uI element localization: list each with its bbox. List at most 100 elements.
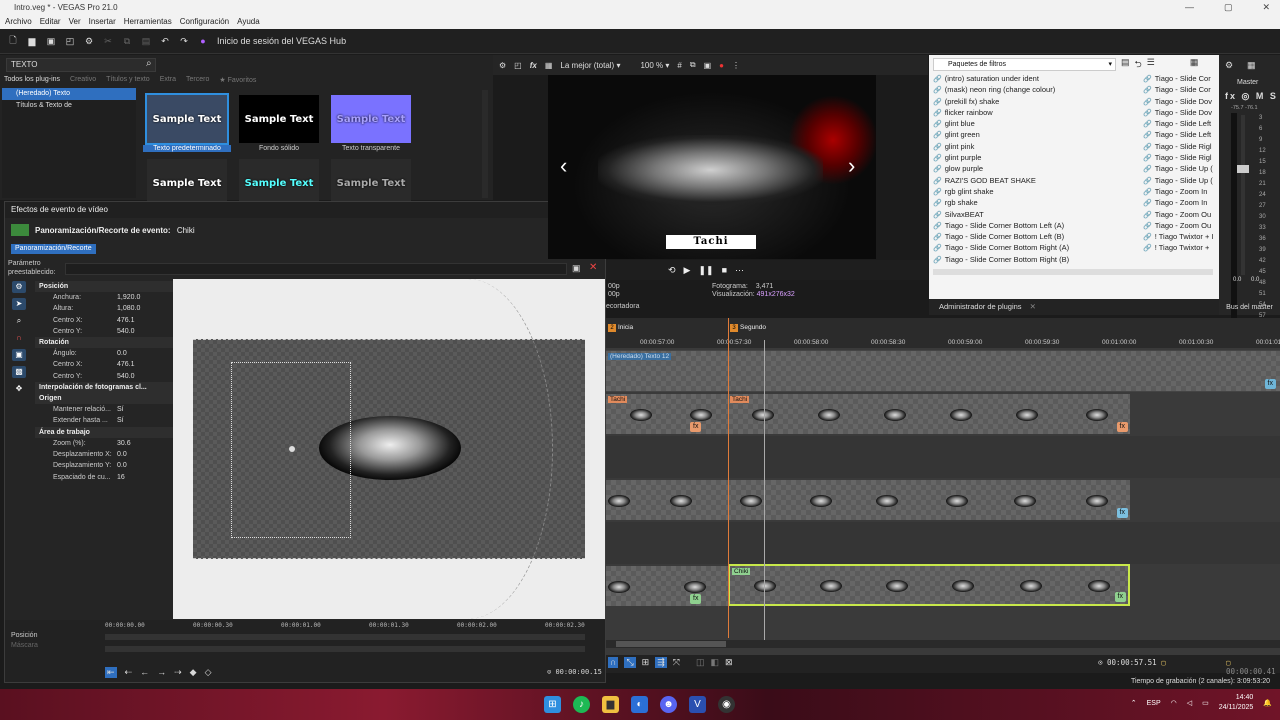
envelope-tool-icon[interactable]: ⤡ (624, 657, 636, 668)
cut-icon[interactable]: ✂ (103, 36, 113, 47)
event-fx-icon[interactable]: fx (690, 422, 702, 432)
new-file-icon[interactable]: 🗋 (8, 33, 18, 49)
list-icon[interactable]: ☰ (1147, 57, 1155, 73)
filter-item[interactable]: 🔗 (mask) neon ring (change colour) (933, 84, 1133, 95)
settings-icon[interactable]: ⚙ (84, 36, 94, 47)
volume-icon[interactable]: ◁ (1187, 699, 1192, 707)
gear-icon[interactable]: ⚙ (12, 281, 26, 293)
tab-favorites[interactable]: ★ Favoritos (219, 76, 256, 84)
close-icon[interactable]: ✕ (1262, 0, 1270, 15)
filter-item[interactable]: 🔗 Tiago - Zoom Ou (1143, 209, 1219, 220)
menu-ver[interactable]: Ver (69, 15, 81, 29)
move-icon[interactable]: ✥ (12, 383, 26, 395)
tab-all-plugins[interactable]: Todos los plug-ins (4, 76, 60, 84)
filter-item[interactable]: 🔗 Tiago - Slide Corner Bottom Left (B) (933, 231, 1133, 242)
filter-item[interactable]: 🔗 glow purple (933, 163, 1133, 174)
menu-herramientas[interactable]: Herramientas (124, 15, 172, 29)
menu-editar[interactable]: Editar (40, 15, 61, 29)
timeline-scrollbar[interactable] (606, 640, 1280, 648)
notification-icon[interactable]: 🔔 (1263, 699, 1272, 707)
event-fx-icon[interactable]: fx (1264, 379, 1276, 389)
property-row[interactable]: Extender hasta ... Sí (35, 415, 173, 426)
filter-item[interactable]: 🔗 glint purple (933, 152, 1133, 163)
menu-insertar[interactable]: Insertar (89, 15, 116, 29)
sync-cursor-icon[interactable]: ⇤ (105, 667, 117, 678)
event-fx-icon[interactable]: fx (1116, 422, 1128, 432)
save-preset-icon[interactable]: ▣ (572, 263, 581, 274)
next-kf-icon[interactable]: → (157, 667, 166, 678)
filter-item[interactable]: 🔗 Tiago - Slide Left (1143, 129, 1219, 140)
pause-icon[interactable]: ❚❚ (698, 265, 713, 276)
event-fx-icon[interactable]: fx (1116, 508, 1128, 518)
search-icon[interactable]: ⌕ (146, 58, 152, 69)
property-value[interactable]: 16 (117, 472, 125, 483)
gear-icon[interactable]: ⚙ (1225, 60, 1233, 71)
property-row[interactable]: Centro X: 476.1 (35, 359, 173, 370)
property-value[interactable]: Sí (117, 404, 124, 415)
preset-dropdown[interactable] (65, 263, 567, 275)
property-value[interactable]: 1,080.0 (117, 303, 140, 314)
grid-icon[interactable]: ▦ (545, 61, 553, 70)
filter-item[interactable]: 🔗 flicker rainbow (933, 107, 1133, 118)
first-kf-icon[interactable]: ⇠ (125, 667, 133, 678)
chevron-left-icon[interactable]: ‹ (560, 153, 567, 179)
preset-solid-bg[interactable]: Sample Text Fondo sólido (235, 92, 323, 152)
timeline-ruler[interactable]: 2 Inicia 3 Segundo 00:00:57:00 00:00:57:3… (606, 318, 1280, 348)
property-row[interactable]: Altura: 1,080.0 (35, 303, 173, 314)
property-value[interactable]: 0.0 (117, 449, 127, 460)
marker-segundo[interactable]: 3 Segundo (730, 324, 766, 332)
filter-item[interactable]: 🔗 Tiago - Slide Left (1143, 118, 1219, 129)
timeline[interactable]: 2 Inicia 3 Segundo 00:00:57:00 00:00:57:3… (606, 318, 1280, 663)
video-clip[interactable]: Tachi fx (728, 394, 1130, 434)
property-value[interactable]: 0.0 (117, 348, 127, 359)
property-row[interactable]: Ángulo: 0.0 (35, 348, 173, 359)
property-row[interactable]: Desplazamiento X: 0.0 (35, 449, 173, 460)
preset-default-text[interactable]: Sample Text Texto predeterminado (143, 92, 231, 152)
filter-item[interactable]: 🔗 Tiago - Slide Dov (1143, 107, 1219, 118)
file-explorer-icon[interactable]: ▆ (602, 696, 619, 713)
last-kf-icon[interactable]: ⇢ (174, 667, 182, 678)
paste-icon[interactable]: ▤ (141, 36, 151, 47)
property-value[interactable]: 476.1 (117, 359, 135, 370)
menu-configuracion[interactable]: Configuración (180, 15, 229, 29)
maximize-icon[interactable]: ▢ (1224, 0, 1233, 15)
text-clip[interactable]: (Heredado) Texto 12 fx (606, 351, 1280, 391)
plugin-search-input[interactable]: TEXTO (6, 58, 156, 72)
filter-item[interactable]: 🔗 Tiago - Slide Corner Bottom Right (A) (933, 242, 1133, 253)
preset-scrollbar[interactable] (482, 90, 488, 198)
edge-icon[interactable]: ◐ (631, 696, 648, 713)
selection-tool-icon[interactable]: ⊞ (642, 657, 650, 668)
filter-item[interactable]: 🔗 glint green (933, 129, 1133, 140)
overlay-icon[interactable]: # (677, 61, 681, 70)
back-icon[interactable]: ⮌ (1135, 57, 1142, 73)
tab-titles[interactable]: Títulos y texto (106, 76, 150, 84)
video-preview[interactable]: ‹ › Tachi (548, 75, 876, 259)
chevron-up-icon[interactable]: ⌃ (1131, 699, 1137, 707)
property-section[interactable]: Origen (35, 393, 173, 405)
property-value[interactable]: 30.6 (117, 438, 131, 449)
property-row[interactable]: Centro Y: 540.0 (35, 326, 173, 337)
filter-item[interactable]: 🔗 Tiago - Zoom Ou (1143, 220, 1219, 231)
filter-item[interactable]: 🔗 (prekill fx) shake (933, 96, 1133, 107)
quality-dropdown[interactable]: La mejor (total) ▾ (560, 61, 620, 70)
language-indicator[interactable]: ESP (1147, 700, 1161, 707)
property-value[interactable]: 0.0 (117, 460, 127, 471)
filter-item[interactable]: 🔗 Tiago - Slide Rigl (1143, 141, 1219, 152)
filter-item[interactable]: 🔗 glint blue (933, 118, 1133, 129)
discord-icon[interactable]: ☻ (660, 696, 677, 713)
filter-item[interactable]: 🔗 Tiago - Slide Up ( (1143, 163, 1219, 174)
gear-icon[interactable]: ⚙ (499, 61, 506, 70)
chrome-icon[interactable]: ◉ (718, 696, 735, 713)
property-value[interactable]: 540.0 (117, 326, 135, 337)
pointer-icon[interactable]: ➤ (12, 298, 26, 310)
filter-item[interactable]: 🔗 (intro) saturation under ident (933, 73, 1133, 84)
property-row[interactable]: Espaciado de cu... 16 (35, 472, 173, 483)
event-fx-icon[interactable]: fx (1114, 592, 1126, 602)
split-screen-icon[interactable]: ◰ (514, 61, 522, 70)
video-clip[interactable]: fx (606, 566, 728, 606)
undo-icon[interactable]: ↶ (160, 36, 170, 47)
render-icon[interactable]: ◰ (65, 36, 75, 47)
windows-start-icon[interactable]: ⊞ (544, 696, 561, 713)
filter-item[interactable]: 🔗! Tiago Twixtor + (1143, 242, 1219, 253)
copy-snapshot-icon[interactable]: ⧉ (690, 60, 696, 70)
